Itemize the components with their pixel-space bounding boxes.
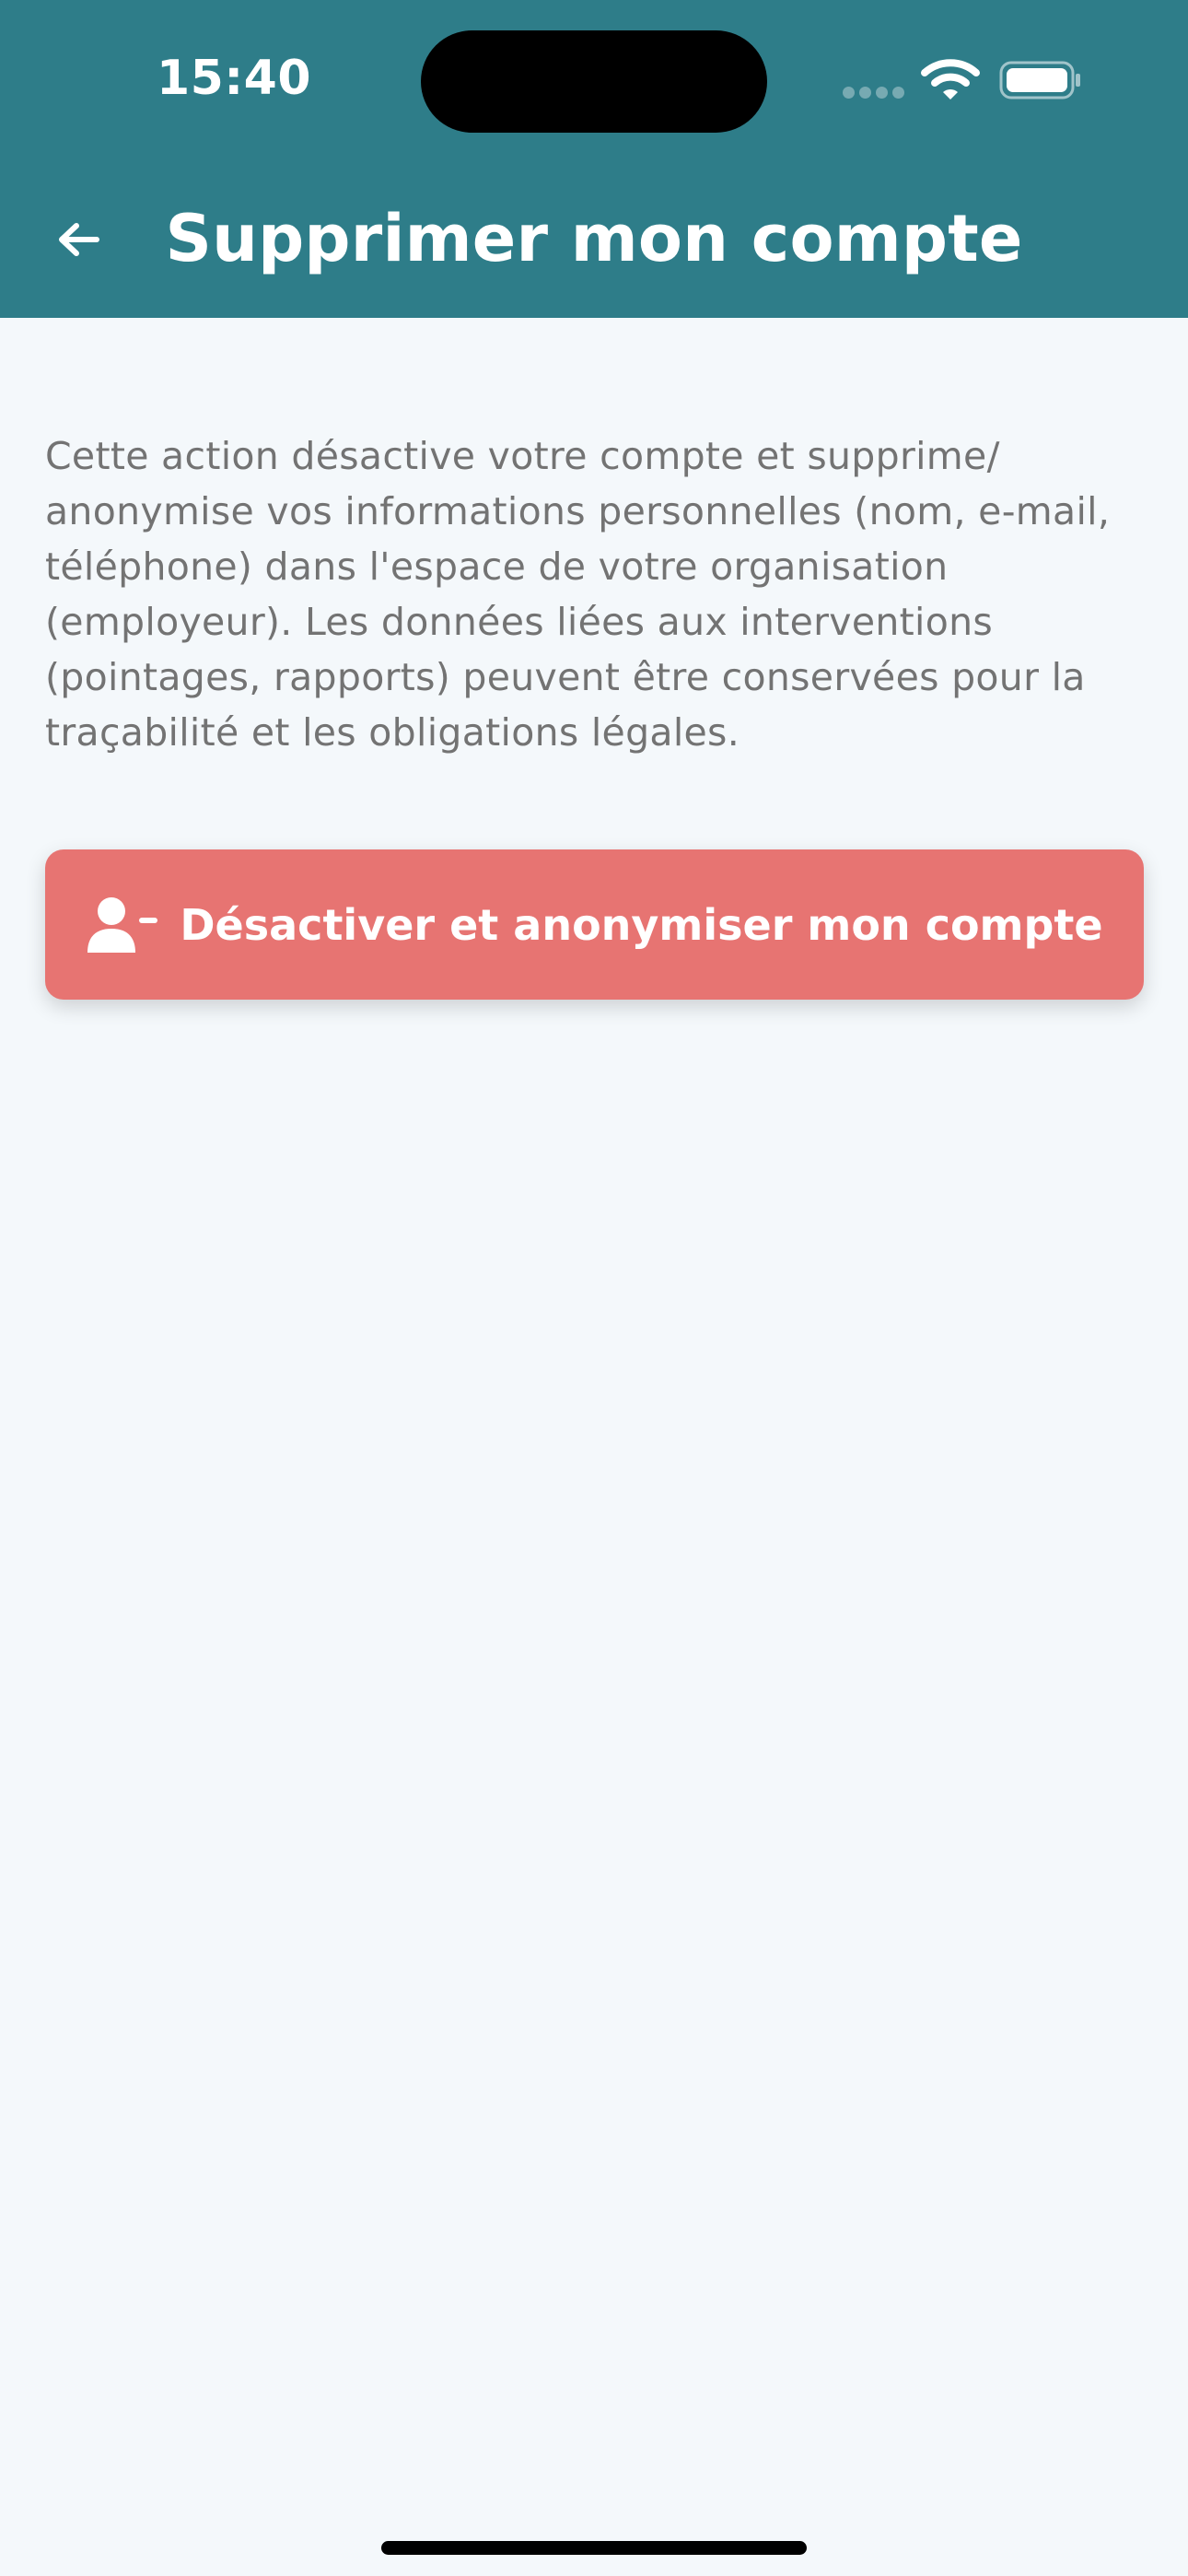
page-title: Supprimer mon compte xyxy=(165,201,1023,276)
account-deletion-description: Cette action désactive votre compte et s… xyxy=(45,428,1150,760)
home-indicator[interactable] xyxy=(381,2541,807,2555)
description-line: Cette action désactive votre compte et s… xyxy=(45,434,1000,478)
description-line: (employeur). Les données liées aux inter… xyxy=(45,600,994,644)
user-minus-icon xyxy=(86,896,159,954)
status-time: 15:40 xyxy=(157,51,312,106)
description-line: téléphone) dans l'espace de votre organi… xyxy=(45,544,949,589)
description-line: traçabilité et les obligations légales. xyxy=(45,710,740,755)
description-line: anonymise vos informations personnelles … xyxy=(45,489,1111,533)
deactivate-anonymize-account-button[interactable]: Désactiver et anonymiser mon compte xyxy=(45,849,1144,1000)
dynamic-island xyxy=(421,30,767,133)
wifi-icon xyxy=(921,57,980,101)
battery-icon xyxy=(999,61,1082,100)
cellular-signal-icon xyxy=(843,87,905,100)
deactivate-button-label: Désactiver et anonymiser mon compte xyxy=(180,899,1103,950)
status-bar: 15:40 xyxy=(0,0,1188,161)
app-header: 15:40 Supprimer mon compte xyxy=(0,0,1188,318)
description-line: (pointages, rapports) peuvent être conse… xyxy=(45,655,1086,699)
